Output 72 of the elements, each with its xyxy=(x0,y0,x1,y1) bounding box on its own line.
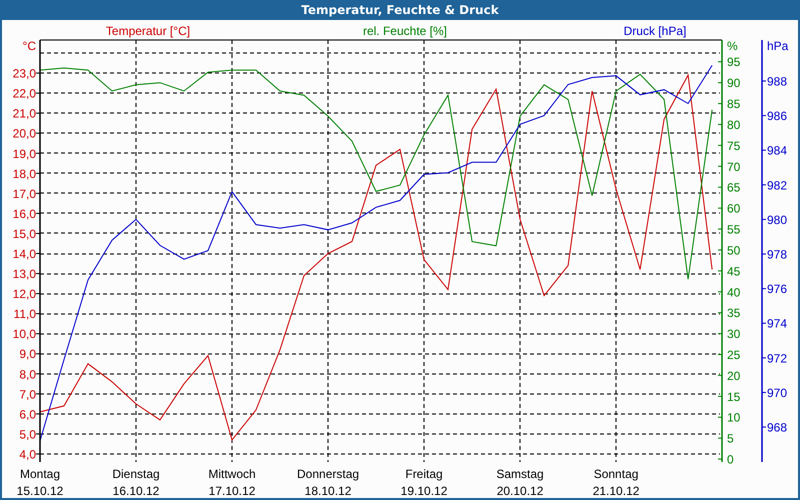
axis-tick-label: 12,0 xyxy=(12,287,36,302)
date-label: 17.10.12 xyxy=(208,484,256,498)
axis-tick-label: 90 xyxy=(727,76,740,90)
axis-tick-label: 970 xyxy=(767,386,788,400)
date-label: 20.10.12 xyxy=(496,484,544,498)
axis-tick-label: 21,0 xyxy=(12,106,36,121)
axis-tick-label: 25 xyxy=(727,348,740,362)
axis-tick-label: 20,0 xyxy=(12,126,36,141)
axis-tick-label: 75 xyxy=(727,138,740,153)
axis-tick-label: 988 xyxy=(767,74,788,88)
axis-tick-label: 14,0 xyxy=(12,247,36,261)
axis-tick-label: 55 xyxy=(727,222,740,237)
axis-tick-label: 85 xyxy=(727,97,740,112)
axis-tick-label: 95 xyxy=(727,55,740,70)
axis-tick-label: 974 xyxy=(767,316,788,331)
axis-tick-label: 6,0 xyxy=(19,407,36,422)
axis-tick-label: 968 xyxy=(767,420,788,435)
axis-tick-label: 13,0 xyxy=(12,267,36,282)
axis-tick-label: 15 xyxy=(727,390,740,404)
date-label: 16.10.12 xyxy=(112,484,160,498)
axis-tick-label: 18,0 xyxy=(12,166,36,181)
weekday-label: Samstag xyxy=(496,467,544,481)
axis-tick-label: 22,0 xyxy=(12,86,36,101)
axis-tick-label: 984 xyxy=(767,144,788,158)
axis-tick-label: 45 xyxy=(727,264,740,278)
weekday-label: Montag xyxy=(20,467,60,481)
weekday-label: Sonntag xyxy=(594,467,638,481)
axis-tick-label: 982 xyxy=(767,178,788,192)
axis-tick-label: 70 xyxy=(727,160,740,174)
axis-unit: hPa xyxy=(767,39,788,53)
axis-tick-label: 9,0 xyxy=(19,347,36,362)
axis-tick-label: 65 xyxy=(727,180,740,195)
axis-tick-label: 5 xyxy=(727,432,734,446)
axis-unit: % xyxy=(727,39,738,53)
axis-tick-label: 8,0 xyxy=(19,367,36,382)
axis-tick-label: 980 xyxy=(767,212,788,227)
axis-tick-label: 40 xyxy=(727,285,740,300)
axis-tick-label: 7,0 xyxy=(19,387,36,402)
series-label: Druck [hPa] xyxy=(624,24,686,38)
series-label: rel. Feuchte [%] xyxy=(362,24,448,38)
series-label: Temperatur [°C] xyxy=(106,24,190,38)
weekday-label: Freitag xyxy=(405,467,443,481)
window-title: Temperatur, Feuchte & Druck xyxy=(301,3,499,17)
axis-tick-label: 11,0 xyxy=(14,307,36,322)
axis-tick-label: 20 xyxy=(727,368,740,383)
axis-tick-label: 16,0 xyxy=(12,206,36,221)
axis-tick-label: 10 xyxy=(727,410,740,425)
date-label: 21.10.12 xyxy=(592,484,640,498)
axis-tick-label: 972 xyxy=(767,351,788,366)
axis-tick-label: 976 xyxy=(767,282,788,296)
axis-tick-label: 5,0 xyxy=(19,427,36,442)
axis-tick-label: 19,0 xyxy=(12,146,36,161)
axis-tick-label: 10,0 xyxy=(12,327,36,342)
axis-tick-label: 4,0 xyxy=(19,447,36,462)
axis-tick-label: 978 xyxy=(767,248,788,262)
axis-tick-label: 35 xyxy=(727,306,740,320)
date-label: 15.10.12 xyxy=(16,484,64,498)
axis-tick-label: 0 xyxy=(727,452,734,467)
axis-tick-label: 23,0 xyxy=(12,66,36,81)
weekday-label: Donnerstag xyxy=(297,467,360,481)
axis-tick-label: 60 xyxy=(727,202,740,216)
axis-tick-label: 80 xyxy=(727,118,740,132)
axis-tick-label: 50 xyxy=(727,243,740,258)
date-label: 19.10.12 xyxy=(400,484,448,498)
date-label: 18.10.12 xyxy=(304,484,352,498)
axis-tick-label: 986 xyxy=(767,109,788,124)
weekday-label: Dienstag xyxy=(112,467,160,481)
weekday-label: Mittwoch xyxy=(208,467,256,481)
axis-unit: °C xyxy=(22,39,36,53)
axis-tick-label: 30 xyxy=(727,327,740,342)
axis-tick-label: 17,0 xyxy=(12,186,36,201)
axis-tick-label: 15,0 xyxy=(12,226,36,241)
